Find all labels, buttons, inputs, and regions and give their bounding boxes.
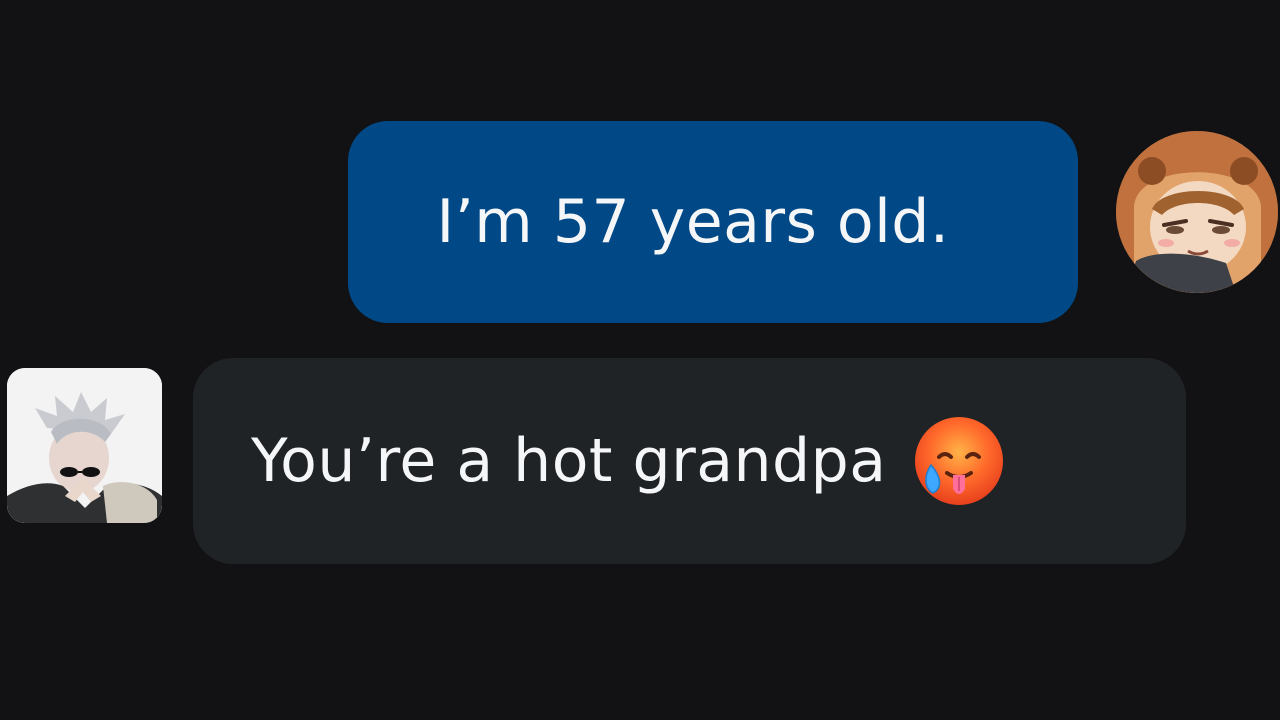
anime-girl-hood-avatar-icon[interactable] (1116, 131, 1278, 293)
white-haired-character-avatar-icon[interactable] (7, 368, 162, 523)
outgoing-message-text: I’m 57 years old. (436, 187, 950, 257)
outgoing-message-bubble[interactable]: I’m 57 years old. (348, 121, 1078, 323)
incoming-message-text: You’re a hot grandpa (251, 426, 887, 496)
chat-screen: I’m 57 years old. You’re a hot grandpa (0, 0, 1280, 720)
hot-face-emoji-icon (913, 415, 1005, 507)
incoming-message-bubble[interactable]: You’re a hot grandpa (193, 358, 1186, 564)
